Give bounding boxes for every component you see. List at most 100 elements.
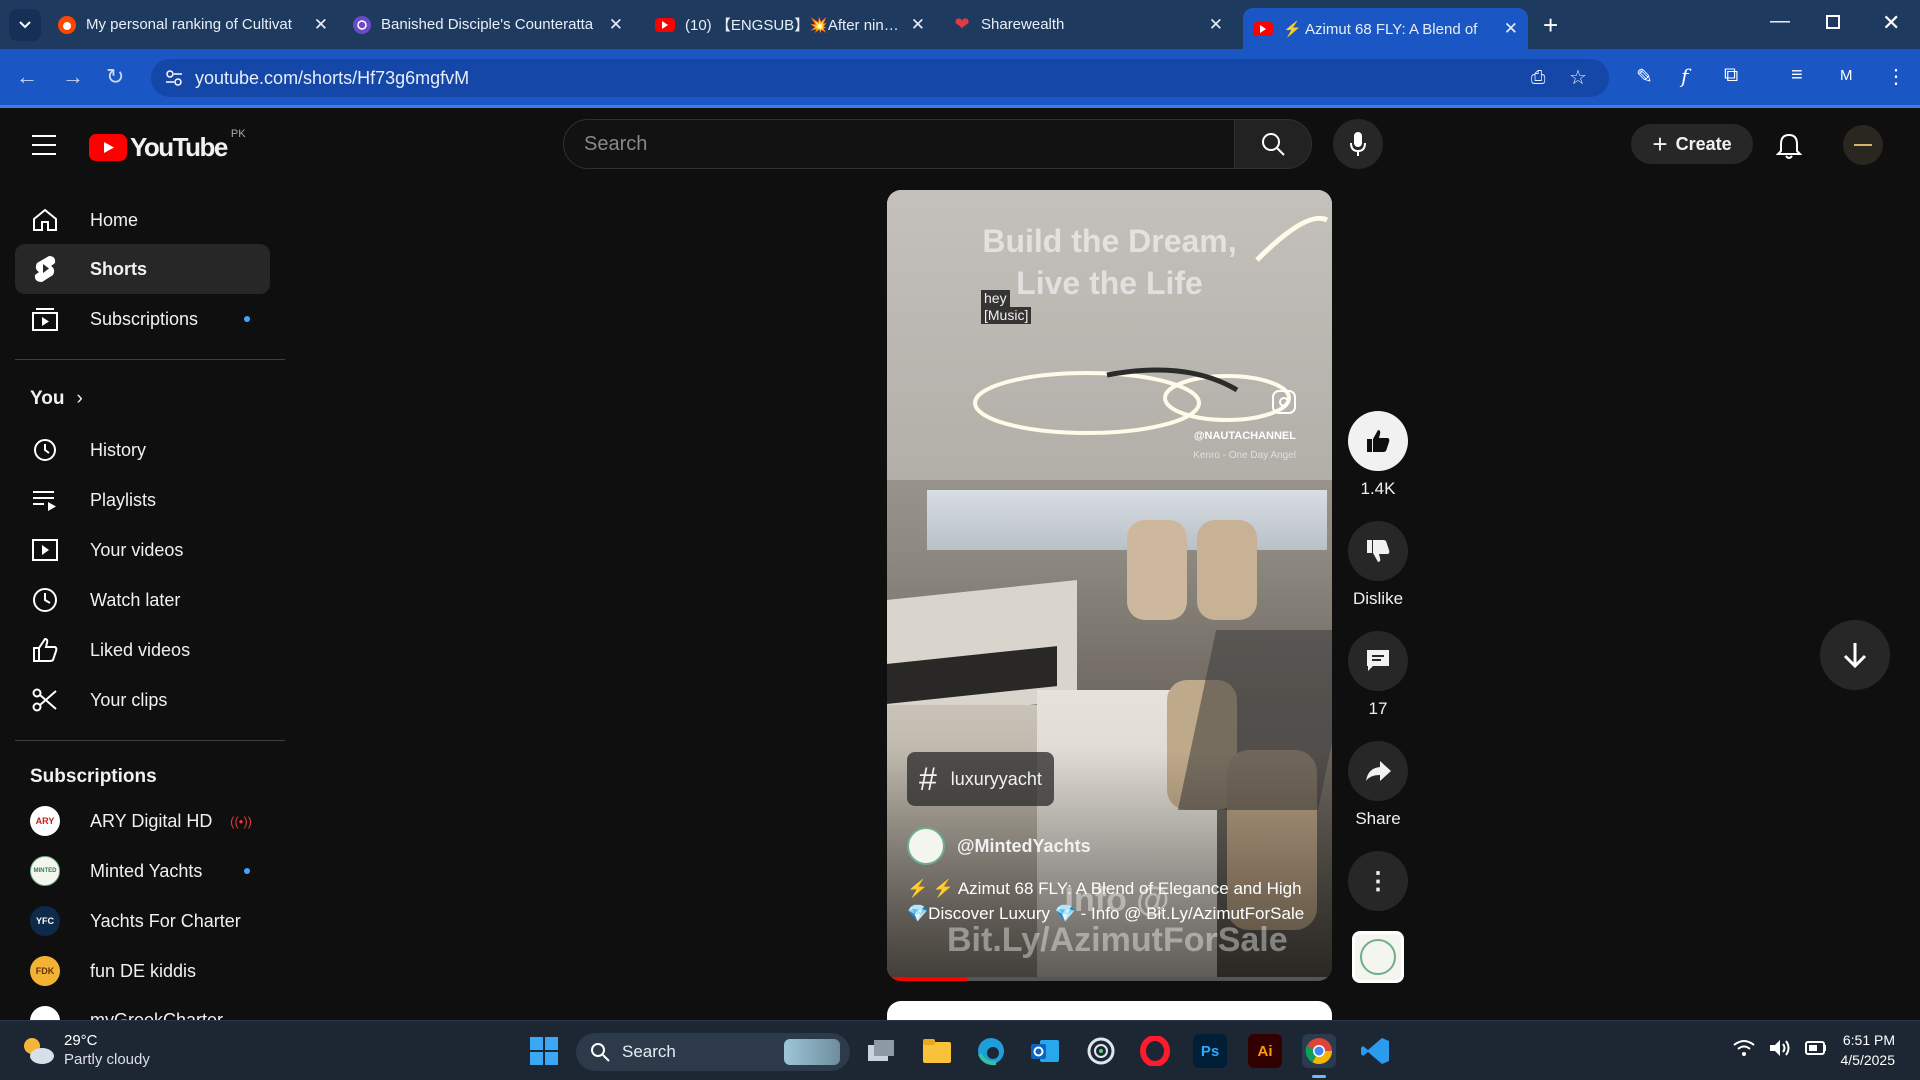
outlook-icon[interactable] [1028,1034,1062,1068]
site-info-icon[interactable] [165,69,183,87]
weather-condition: Partly cloudy [64,1051,150,1068]
chrome-icon[interactable] [1302,1034,1336,1078]
sidebar-item-watch-later[interactable]: Watch later [15,575,270,625]
sidebar-item-liked-videos[interactable]: Liked videos [15,625,270,675]
sidebar-item-subscriptions[interactable]: Subscriptions [15,294,270,344]
system-tray[interactable] [1733,1039,1827,1057]
forward-button[interactable]: → [62,64,84,90]
weather-widget[interactable]: 29°C Partly cloudy [20,1031,150,1069]
video-title[interactable]: ⚡ ⚡ Azimut 68 FLY: A Blend of Elegance a… [907,876,1317,926]
file-explorer-icon[interactable] [920,1034,954,1068]
chevron-right-icon: › [76,388,83,409]
subscriptions-heading: Subscriptions [30,766,157,787]
subscription-channel[interactable]: YFC Yachts For Charter [15,896,270,946]
hamburger-menu-icon[interactable] [32,135,56,155]
sidebar-item-your-videos[interactable]: Your videos [15,525,270,575]
minimize-button[interactable]: — [1770,10,1790,33]
shorts-video-player[interactable]: Build the Dream, Live the Life hey [Musi… [887,190,1332,981]
new-tab-button[interactable]: + [1543,10,1558,41]
you-section-header[interactable]: You › [30,388,83,410]
clock-icon [30,587,60,613]
media-control-icon[interactable]: ≡ [1791,64,1803,87]
share-button[interactable] [1348,741,1408,801]
sidebar-item-label: Subscriptions [90,308,199,329]
close-window-button[interactable]: ✕ [1882,10,1900,36]
search-input[interactable]: Search [563,119,1235,169]
taskbar-search-box[interactable]: Search [576,1033,850,1071]
video-progress-bar[interactable] [887,977,1332,981]
extensions-icon[interactable]: ⧉ [1724,64,1738,87]
create-button[interactable]: + Create [1631,124,1753,164]
like-action[interactable]: 1.4K [1348,411,1408,499]
clock-app-icon[interactable] [1084,1034,1118,1068]
dislike-button[interactable] [1348,521,1408,581]
tab-title: Sharewealth [981,16,1065,33]
opera-icon[interactable] [1138,1034,1172,1068]
browser-tab[interactable]: Banished Disciple's Counteratta ✕ [343,8,633,41]
bookmark-star-icon[interactable]: ☆ [1569,65,1587,90]
search-button[interactable] [1234,119,1312,169]
browser-tab[interactable]: ❤ Sharewealth ✕ [943,8,1233,41]
start-button[interactable] [527,1034,561,1068]
more-action[interactable]: ⋮ [1348,851,1408,911]
close-icon[interactable]: ✕ [911,15,925,35]
sidebar-item-shorts[interactable]: Shorts [15,244,270,294]
clock-date[interactable]: 6:51 PM 4/5/2025 [1815,1030,1896,1070]
comments-action[interactable]: 17 [1348,631,1408,719]
vscode-icon[interactable] [1358,1034,1392,1068]
shorts-icon [30,255,60,283]
like-count: 1.4K [1360,479,1396,498]
channel-name: fun DE kiddis [90,960,197,981]
task-view-icon[interactable] [864,1034,898,1068]
more-options-button[interactable]: ⋮ [1348,851,1408,911]
hashtag-chip[interactable]: # luxuryyacht [907,752,1054,806]
back-button[interactable]: ← [16,64,38,90]
youtube-logo[interactable]: YouTube PK [89,128,246,163]
tab-title: (10) 【ENGSUB】💥After nine life [685,17,901,34]
close-icon[interactable]: ✕ [1209,15,1223,35]
sidebar-item-playlists[interactable]: Playlists [15,475,270,525]
formula-extension-icon[interactable]: f [1681,64,1688,88]
browser-tab[interactable]: My personal ranking of Cultivat ✕ [48,8,338,41]
novel-icon [353,15,371,34]
illustrator-icon[interactable]: Ai [1248,1034,1282,1068]
thumbs-down-icon [1367,540,1390,562]
install-app-icon[interactable]: ⎙ [1531,67,1545,88]
browser-tab[interactable]: (10) 【ENGSUB】💥After nine life ✕ [645,8,935,41]
reload-button[interactable]: ↻ [106,64,124,90]
subscription-channel[interactable]: ARY ARY Digital HD ((•)) [15,796,270,846]
sidebar-item-your-clips[interactable]: Your clips [15,675,270,725]
pen-extension-icon[interactable]: ✎ [1636,64,1653,89]
tab-title: ⚡ Azimut 68 FLY: A Blend of [1283,20,1478,38]
voice-search-button[interactable] [1333,119,1383,169]
browser-menu-icon[interactable]: ⋮ [1886,64,1906,89]
share-action[interactable]: Share [1348,741,1408,829]
comments-button[interactable] [1348,631,1408,691]
profile-avatar[interactable]: M [1840,67,1853,84]
notifications-button[interactable] [1775,132,1803,165]
youtube-logo-icon [89,134,127,161]
close-icon[interactable]: ✕ [1504,19,1518,39]
channel-row[interactable]: @MintedYachts [907,827,1091,865]
audio-source-thumbnail[interactable] [1352,931,1404,983]
photoshop-icon[interactable]: Ps [1193,1034,1227,1068]
edge-icon[interactable] [974,1034,1008,1068]
dislike-action[interactable]: Dislike [1348,521,1408,609]
sidebar-item-history[interactable]: History [15,425,270,475]
close-icon[interactable]: ✕ [609,15,623,35]
browser-tab-active[interactable]: ⚡ Azimut 68 FLY: A Blend of ✕ [1243,8,1528,49]
account-avatar[interactable] [1843,125,1883,165]
next-video-button[interactable] [1820,620,1890,690]
bell-icon [1775,133,1803,159]
channel-handle[interactable]: @MintedYachts [957,836,1091,857]
subscription-channel[interactable]: MINTED Minted Yachts [15,846,270,896]
close-icon[interactable]: ✕ [314,15,328,35]
url-field[interactable]: youtube.com/shorts/Hf73g6mgfvM ⎙ ☆ [151,59,1609,97]
like-button[interactable] [1348,411,1408,471]
subscription-channel[interactable]: myGreekCharter [15,996,270,1020]
restore-button[interactable] [1826,15,1840,29]
subscription-channel[interactable]: FDK fun DE kiddis [15,946,270,996]
sidebar-item-home[interactable]: Home [15,195,270,245]
tab-search-button[interactable] [9,9,41,41]
channel-logo-circle [1360,939,1396,975]
